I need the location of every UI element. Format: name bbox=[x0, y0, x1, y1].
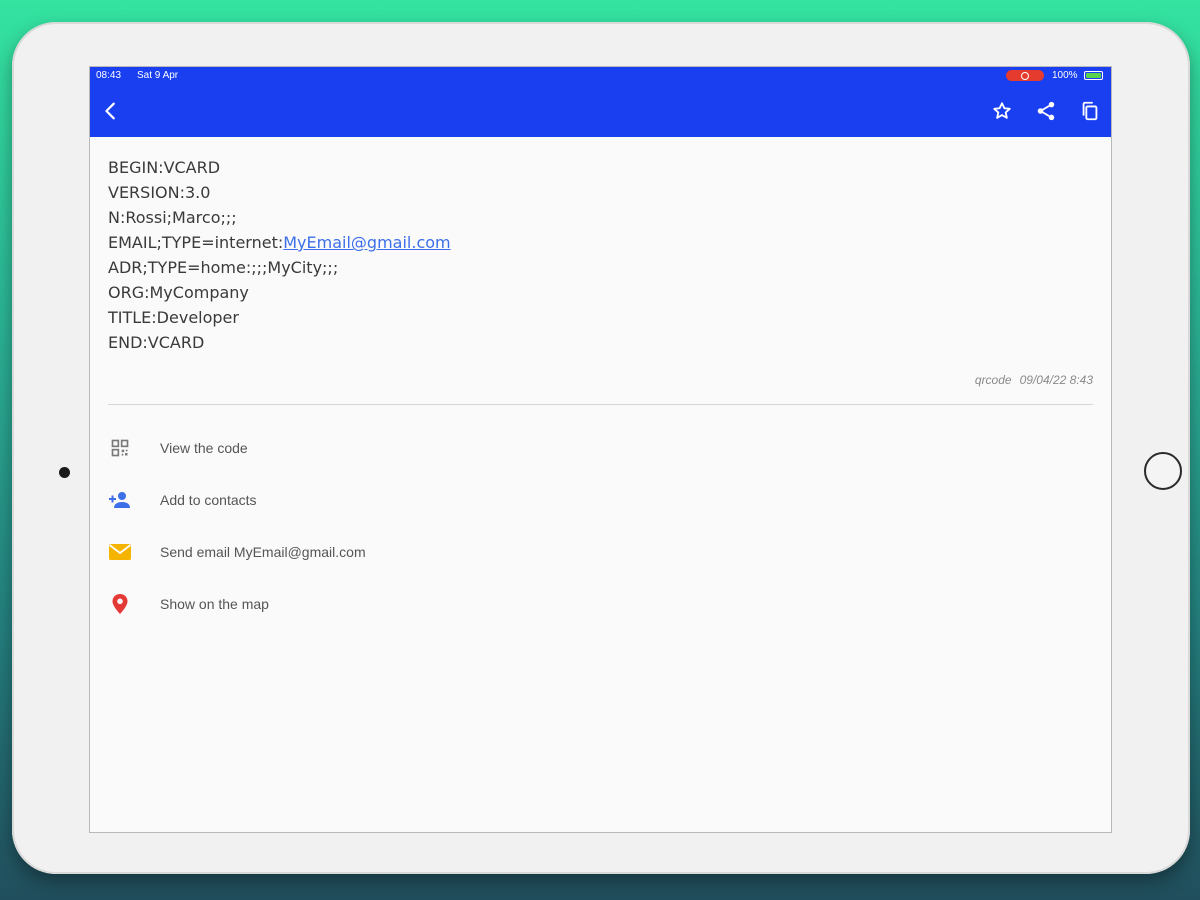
email-icon bbox=[108, 540, 132, 564]
vcard-line: END:VCARD bbox=[108, 333, 205, 352]
vcard-line: N:Rossi;Marco;;; bbox=[108, 208, 237, 227]
app-bar: 08:43 Sat 9 Apr 100% bbox=[90, 67, 1111, 137]
action-label: Send email MyEmail@gmail.com bbox=[160, 544, 366, 560]
copy-icon[interactable] bbox=[1077, 98, 1103, 124]
home-button[interactable] bbox=[1144, 452, 1182, 490]
action-label: View the code bbox=[160, 440, 248, 456]
scan-timestamp: 09/04/22 8:43 bbox=[1019, 373, 1093, 387]
show-map-action[interactable]: Show on the map bbox=[90, 578, 1111, 630]
vcard-email-prefix: EMAIL;TYPE=internet: bbox=[108, 233, 284, 252]
add-contact-action[interactable]: Add to contacts bbox=[90, 474, 1111, 526]
action-list: View the code Add to contacts Send email… bbox=[90, 422, 1111, 630]
action-label: Show on the map bbox=[160, 596, 269, 612]
recording-indicator bbox=[1006, 70, 1044, 81]
send-email-action[interactable]: Send email MyEmail@gmail.com bbox=[90, 526, 1111, 578]
status-date: Sat 9 Apr bbox=[137, 70, 179, 81]
share-icon[interactable] bbox=[1033, 98, 1059, 124]
divider bbox=[108, 404, 1093, 405]
vcard-line: ORG:MyCompany bbox=[108, 283, 249, 302]
vcard-line: ADR;TYPE=home:;;;MyCity;;; bbox=[108, 258, 339, 277]
status-time: 08:43 bbox=[96, 70, 122, 81]
email-link[interactable]: MyEmail@gmail.com bbox=[283, 233, 450, 252]
vcard-email-line: EMAIL;TYPE=internet:MyEmail@gmail.com bbox=[108, 230, 1093, 255]
back-arrow-icon[interactable] bbox=[98, 98, 124, 124]
camera bbox=[59, 467, 70, 478]
star-icon[interactable] bbox=[989, 98, 1015, 124]
battery-icon bbox=[1084, 71, 1103, 80]
vcard-text: BEGIN:VCARD VERSION:3.0 N:Rossi;Marco;;;… bbox=[108, 155, 1093, 355]
app-screen: 08:43 Sat 9 Apr 100% BEGIN:VCARD VERSION… bbox=[89, 66, 1112, 833]
vcard-line: TITLE:Developer bbox=[108, 308, 239, 327]
scan-type: qrcode bbox=[974, 373, 1012, 387]
vcard-line: BEGIN:VCARD bbox=[108, 158, 221, 177]
view-code-action[interactable]: View the code bbox=[90, 422, 1111, 474]
vcard-line: VERSION:3.0 bbox=[108, 183, 211, 202]
battery-percent: 100% bbox=[1052, 70, 1078, 81]
scan-meta: qrcode 09/04/22 8:43 bbox=[975, 373, 1093, 387]
map-pin-icon bbox=[108, 592, 132, 616]
add-person-icon bbox=[108, 488, 132, 512]
qr-code-icon bbox=[108, 436, 132, 460]
action-label: Add to contacts bbox=[160, 492, 257, 508]
